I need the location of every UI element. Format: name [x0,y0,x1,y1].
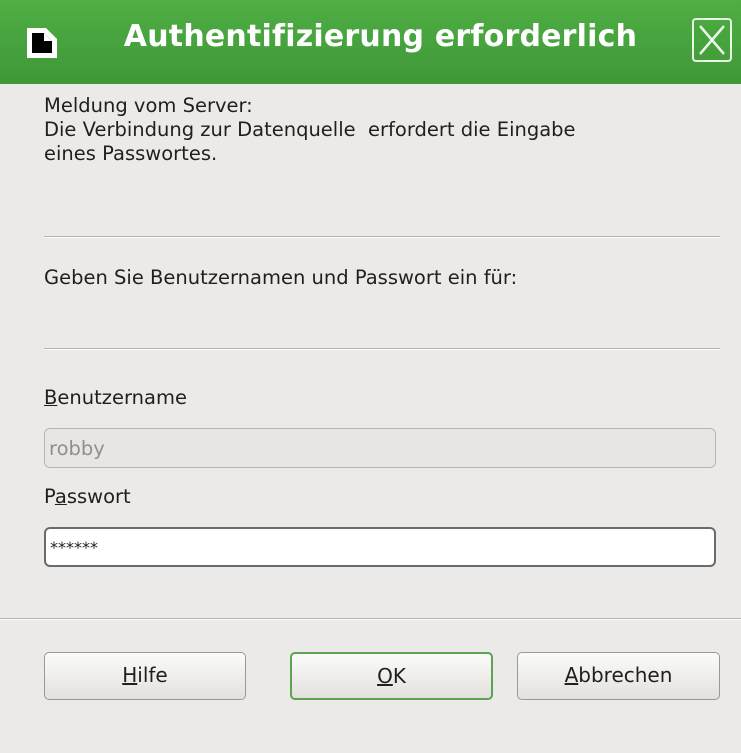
close-icon [694,20,730,60]
close-button[interactable] [692,18,732,62]
password-label-mnemonic: a [54,485,67,508]
ok-button[interactable]: OK [290,652,493,700]
message-line: eines Passwortes. [44,142,218,165]
server-message: Meldung vom Server: Die Verbindung zur D… [44,94,704,166]
username-label-mnemonic: B [44,386,58,409]
ok-button-mnemonic: O [377,664,393,688]
help-button-mnemonic: H [122,663,138,687]
password-label-text: sswort [66,485,131,508]
username-field[interactable] [44,428,716,468]
password-label-text-start: P [44,485,55,508]
credentials-prompt: Geben Sie Benutzernamen und Passwort ein… [44,266,518,289]
help-button[interactable]: Hilfe [44,652,246,700]
message-line: Meldung vom Server: [44,94,253,117]
separator [44,236,720,238]
authentication-dialog: Authentifizierung erforderlich Meldung v… [0,0,741,753]
message-line: Die Verbindung zur Datenquelle erfordert… [44,118,576,141]
window-title: Authentifizierung erforderlich [123,19,638,54]
title-bar[interactable]: Authentifizierung erforderlich [0,0,741,84]
ok-button-label: K [392,664,406,688]
password-label: Passwort [44,485,131,508]
username-label-text: enutzername [57,386,187,409]
help-button-label: ilfe [137,663,168,687]
cancel-button-label: bbrechen [578,663,673,687]
username-label: Benutzername [44,386,187,409]
password-field[interactable] [44,527,716,567]
cancel-button-mnemonic: A [564,663,579,687]
button-separator [0,618,741,620]
separator [44,348,720,350]
cancel-button[interactable]: Abbrechen [517,652,720,700]
